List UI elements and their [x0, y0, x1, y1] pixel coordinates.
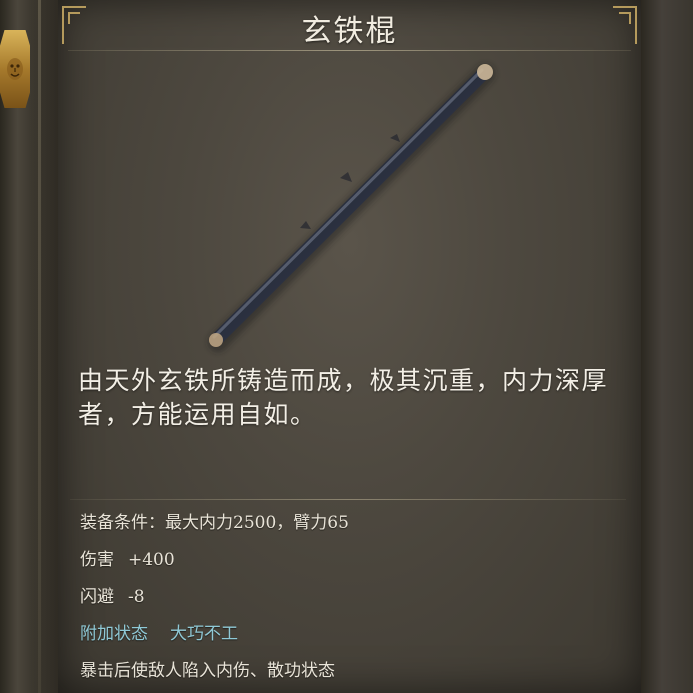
item-description: 由天外玄铁所铸造而成，极其沉重，内力深厚者，方能运用自如。 — [78, 366, 609, 429]
section-divider — [70, 499, 626, 500]
right-edge-panel — [641, 0, 693, 693]
lion-face-icon — [7, 58, 23, 80]
extra-status-label: 附加状态 — [80, 624, 148, 644]
extra-status: 附加状态 大巧不工 — [80, 619, 630, 656]
item-tooltip-screen: 玄铁棍 由天外玄铁所铸造而成，极其沉重，内力深厚者，方能运用自如。 装备条件：最… — [0, 0, 693, 693]
item-title: 玄铁棍 — [301, 14, 398, 49]
damage-value: +400 — [128, 550, 175, 570]
iron-staff-icon — [190, 58, 510, 358]
title-divider — [68, 50, 631, 51]
item-stats: 装备条件：最大内力2500，臂力65 伤害 +400 闪避 -8 附加状态 大巧不工 … — [80, 508, 630, 693]
lion-emblem-icon — [0, 30, 30, 108]
dodge-label: 闪避 — [80, 587, 114, 607]
dodge-value: -8 — [128, 587, 145, 607]
dodge-stat: 闪避 -8 — [80, 582, 630, 619]
damage-stat: 伤害 +400 — [80, 545, 630, 582]
crit-effect: 暴击后使敌人陷入内伤、散功状态 — [80, 661, 335, 681]
equip-requirement: 装备条件：最大内力2500，臂力65 — [80, 513, 349, 533]
extra-status-value: 大巧不工 — [170, 624, 238, 644]
title-header: 玄铁棍 — [58, 0, 641, 52]
left-side-panel — [0, 0, 58, 693]
damage-label: 伤害 — [80, 550, 114, 570]
